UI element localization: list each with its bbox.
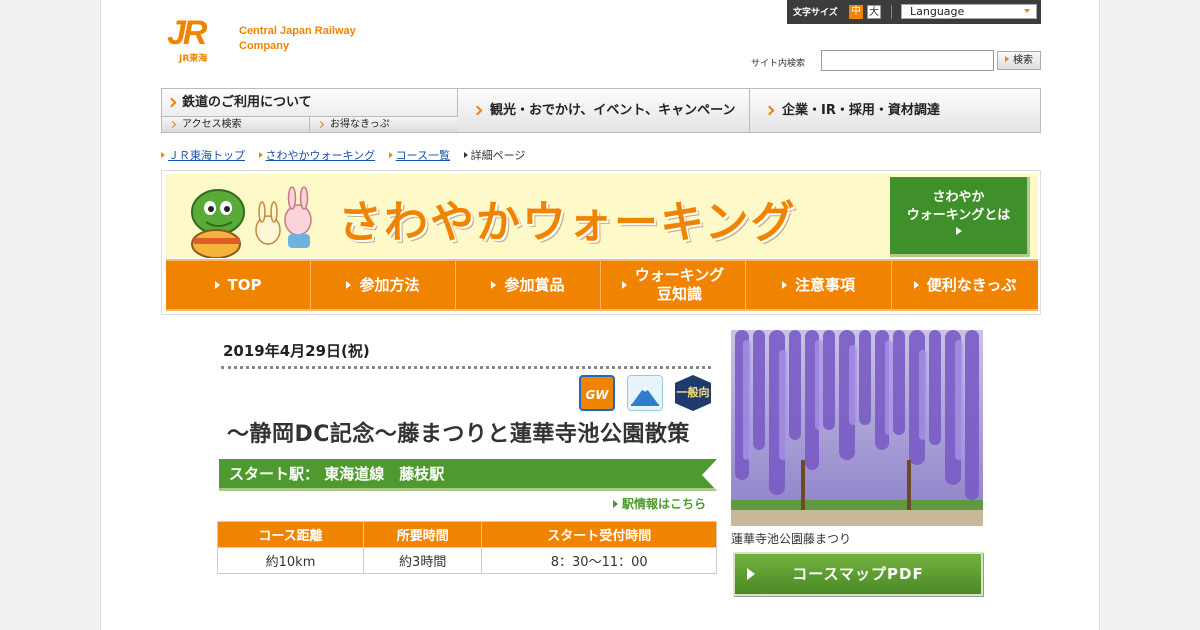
nav-sightseeing[interactable]: 観光・おでかけ、イベント、キャンペーン xyxy=(458,89,750,132)
logo-sub-text: JR東海 xyxy=(179,54,208,64)
chevron-right-icon xyxy=(166,97,177,108)
subnav-prizes[interactable]: 参加賞品 xyxy=(456,261,601,309)
mount-fuji-icon xyxy=(627,375,663,411)
nav-corporate[interactable]: 企業・IR・採用・資材調達 xyxy=(750,89,1040,132)
subnav-label: 便利なきっぷ xyxy=(926,275,1017,294)
nav-rail-label: 鉄道のご利用について xyxy=(182,95,312,110)
course-info-table: コース距離 所要時間 スタート受付時間 約10km 約3時間 8：30～11：0… xyxy=(217,521,717,574)
course-title: ～静岡DC記念～藤まつりと蓮華寺池公園散策 xyxy=(227,422,690,447)
global-nav: 鉄道のご利用について アクセス検索 お得なきっぷ 観光・おでかけ、イベント、キャ… xyxy=(161,88,1041,133)
table-header: スタート受付時間 xyxy=(481,521,717,548)
about-walking-button[interactable]: さわやか ウォーキングとは xyxy=(890,177,1030,257)
subnav-label: 参加方法 xyxy=(359,275,420,294)
font-size-medium-button[interactable]: 中 xyxy=(849,5,863,19)
table-row: 約10km 約3時間 8：30～11：00 xyxy=(217,547,717,574)
start-station-bar: スタート駅： 東海道線 藤枝駅 xyxy=(219,459,717,491)
chevron-right-icon xyxy=(764,105,775,116)
wisteria-photo-svg xyxy=(731,330,983,526)
pdf-button-label: コースマップPDF xyxy=(792,565,924,583)
chevron-right-icon xyxy=(472,105,483,116)
table-header: コース距離 xyxy=(217,521,364,548)
station-info-link[interactable]: 駅情報はこちら xyxy=(613,495,706,512)
breadcrumb-walking-link[interactable]: さわやかウォーキング xyxy=(266,149,376,162)
mount-fuji-svg xyxy=(631,386,659,406)
event-date: 2019年4月29日(祝) xyxy=(223,342,370,360)
gw-badge-icon: GW xyxy=(579,375,615,411)
nav-sightseeing-label: 観光・おでかけ、イベント、キャンペーン xyxy=(490,103,736,118)
subnav-notes[interactable]: 注意事項 xyxy=(746,261,892,309)
subnav-label: 参加賞品 xyxy=(504,275,565,294)
general-level-label: 一般向 xyxy=(676,386,710,399)
table-header-row: コース距離 所要時間 スタート受付時間 xyxy=(217,521,717,548)
walking-subnav: TOP 参加方法 参加賞品 ウォーキング 豆知識 注意事項 便利なきっぷ xyxy=(166,259,1038,311)
banner-header: さわやかウォーキング さわやか ウォーキングとは xyxy=(166,174,1038,258)
chevron-right-icon xyxy=(168,120,177,129)
font-size-label: 文字サイズ xyxy=(793,8,838,18)
nav-access-search-label: アクセス検索 xyxy=(182,119,242,130)
chevron-down-icon xyxy=(1024,9,1030,13)
course-distance: 約10km xyxy=(217,547,364,574)
table-header: 所要時間 xyxy=(362,521,483,548)
chevron-right-icon xyxy=(316,120,325,129)
triangle-icon xyxy=(258,152,263,158)
nav-access-search[interactable]: アクセス検索 xyxy=(162,116,310,132)
course-map-pdf-button[interactable]: コースマップPDF xyxy=(733,552,983,596)
triangle-icon xyxy=(161,152,165,158)
subnav-tickets[interactable]: 便利なきっぷ xyxy=(892,261,1038,309)
language-select[interactable]: Language xyxy=(901,4,1037,19)
language-label: Language xyxy=(910,5,965,18)
company-name: Central Japan Railway Company xyxy=(239,25,356,52)
banner-title: さわやかウォーキング xyxy=(338,197,797,248)
nav-tickets-label: お得なきっぷ xyxy=(330,119,390,130)
mascot-illustration xyxy=(191,186,312,258)
utility-bar: 文字サイズ 中 大 Language xyxy=(787,0,1041,24)
logo-jr-text: JR xyxy=(167,14,208,52)
search-button[interactable]: 検索 xyxy=(997,51,1041,70)
course-duration: 約3時間 xyxy=(362,547,483,574)
subnav-label: TOP xyxy=(227,275,262,294)
subnav-walking-tips[interactable]: ウォーキング 豆知識 xyxy=(601,261,746,309)
triangle-icon xyxy=(463,152,468,158)
search-button-label: 検索 xyxy=(1013,55,1033,66)
divider xyxy=(221,366,711,369)
about-line-1: さわやか xyxy=(932,190,985,205)
general-level-icon: 一般向 xyxy=(675,375,711,411)
about-line-2: ウォーキングとは xyxy=(906,208,1011,223)
nav-rail-group: 鉄道のご利用について アクセス検索 お得なきっぷ xyxy=(162,89,458,132)
breadcrumb-courses-link[interactable]: コース一覧 xyxy=(396,149,450,162)
subnav-top[interactable]: TOP xyxy=(166,261,311,309)
breadcrumb-home-link[interactable]: ＪＲ東海トップ xyxy=(168,149,245,162)
jr-logo-mark: JR JR東海 xyxy=(165,16,229,64)
start-reception-time: 8：30～11：00 xyxy=(481,547,717,574)
subnav-label: 注意事項 xyxy=(794,275,855,294)
search-input[interactable] xyxy=(821,50,994,71)
subnav-how-to-join[interactable]: 参加方法 xyxy=(311,261,456,309)
jr-central-logo[interactable]: JR JR東海 Central Japan Railway Company xyxy=(165,16,365,64)
nav-rail[interactable]: 鉄道のご利用について xyxy=(162,89,458,116)
subnav-label: ウォーキング 豆知識 xyxy=(634,266,725,303)
gw-badge-label: GW xyxy=(585,388,609,402)
nav-tickets[interactable]: お得なきっぷ xyxy=(310,116,458,132)
nav-corporate-label: 企業・IR・採用・資材調達 xyxy=(782,103,940,118)
walking-banner: さわやかウォーキング さわやか ウォーキングとは TOP 参加方法 参加賞品 ウ… xyxy=(161,170,1041,315)
wisteria-photo xyxy=(731,330,983,526)
triangle-icon xyxy=(955,227,962,235)
font-size-large-button[interactable]: 大 xyxy=(867,5,881,19)
divider xyxy=(891,5,892,19)
breadcrumb-current: 詳細ページ xyxy=(470,149,526,162)
photo-caption: 蓮華寺池公園藤まつり xyxy=(731,532,852,546)
triangle-icon xyxy=(388,152,393,158)
page-container: JR JR東海 Central Japan Railway Company 文字… xyxy=(100,0,1100,630)
site-search-label: サイト内検索 xyxy=(751,59,806,69)
breadcrumb: ＪＲ東海トップ さわやかウォーキング コース一覧 詳細ページ xyxy=(161,147,535,163)
